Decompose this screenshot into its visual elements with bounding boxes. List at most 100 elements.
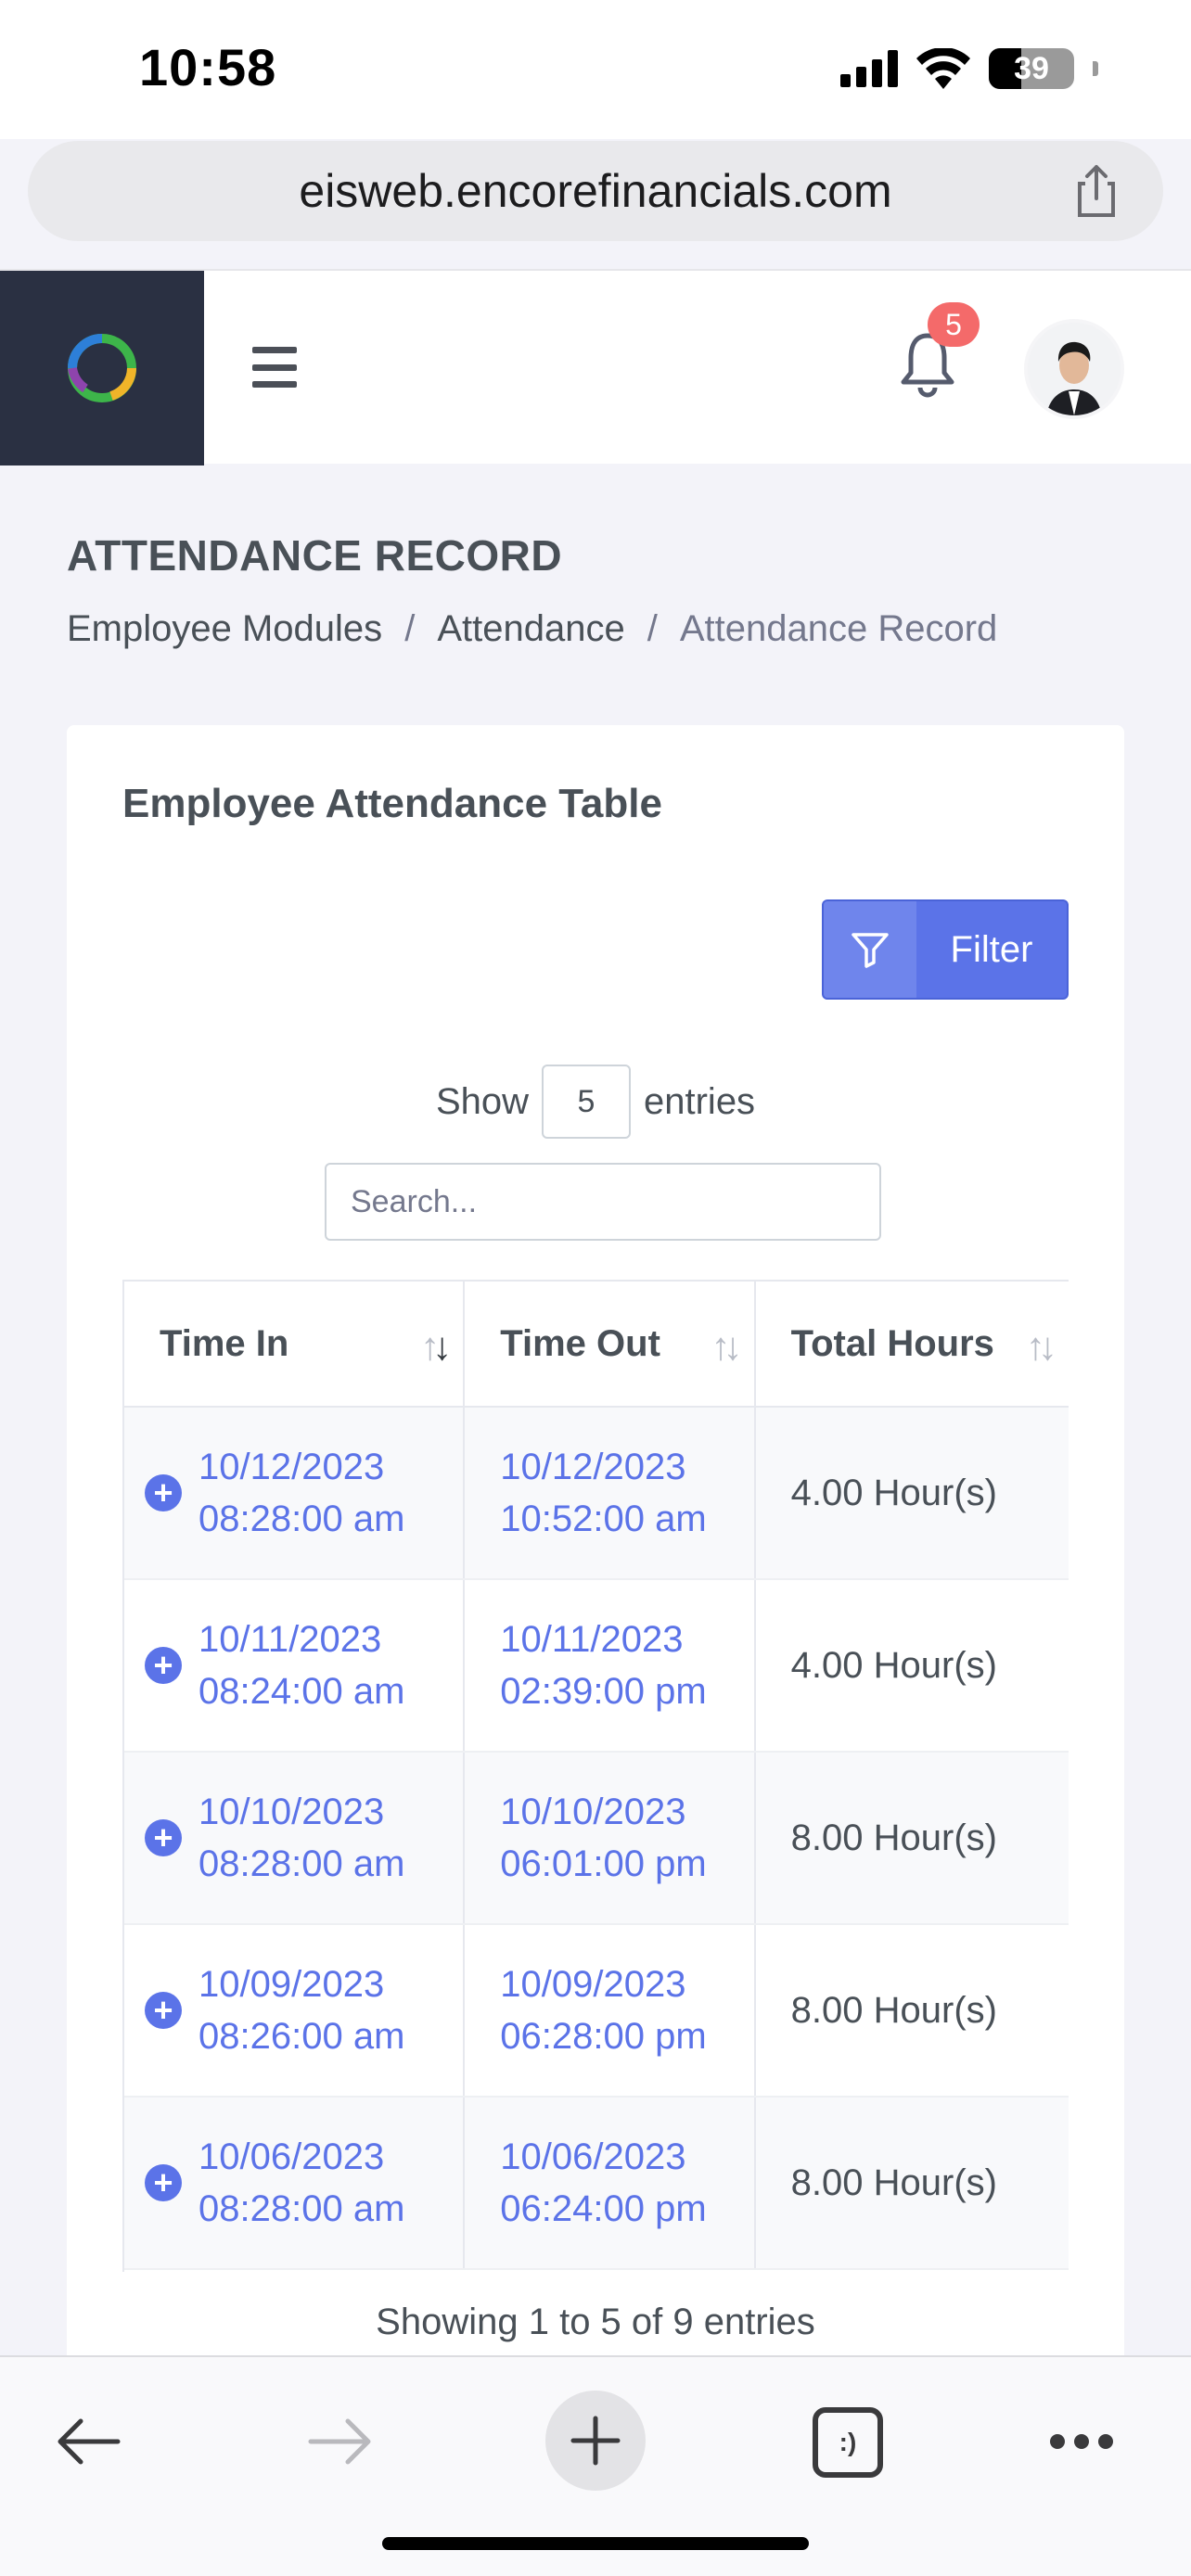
cell-time-out: 10/06/2023 06:24:00 pm <box>465 2098 756 2268</box>
cell-time-out: 10/10/2023 06:01:00 pm <box>465 1753 756 1923</box>
cell-total-hours: 8.00 Hour(s) <box>790 1817 997 1858</box>
forward-icon <box>308 2418 371 2465</box>
table-row[interactable]: + 10/06/2023 08:28:00 am 10/06/2023 06:24:… <box>124 2098 1069 2270</box>
column-header-label: Total Hours <box>790 1322 994 1364</box>
time-in-date: 10/11/2023 <box>198 1619 382 1660</box>
cell-time-in: + 10/10/2023 08:28:00 am <box>124 1753 466 1923</box>
time-out-time: 06:01:00 pm <box>500 1843 707 1884</box>
time-out-date: 10/06/2023 <box>500 2136 686 2177</box>
status-time: 10:58 <box>139 38 277 96</box>
time-in-date: 10/12/2023 <box>198 1447 385 1487</box>
attendance-card: Employee Attendance Table Filter Show 5 … <box>67 725 1124 2394</box>
new-tab-icon <box>570 2416 621 2466</box>
notification-badge: 5 <box>928 302 980 347</box>
cell-total-hours: 8.00 Hour(s) <box>790 2162 997 2203</box>
time-in-time: 08:28:00 am <box>198 1498 405 1539</box>
column-header-time-out[interactable]: Time Out ↑↓ <box>465 1282 756 1406</box>
entries-control: Show 5 entries <box>67 1065 1124 1139</box>
card-title: Employee Attendance Table <box>122 781 662 826</box>
new-tab-button[interactable] <box>545 2391 646 2491</box>
url-text: eisweb.encorefinancials.com <box>299 165 892 217</box>
breadcrumb: Employee Modules / Attendance / Attendan… <box>67 608 997 650</box>
back-button[interactable] <box>46 2391 130 2493</box>
share-icon[interactable] <box>1067 161 1126 221</box>
time-out-time: 02:39:00 pm <box>500 1671 707 1712</box>
home-indicator <box>382 2537 809 2550</box>
avatar[interactable] <box>1024 319 1124 419</box>
cell-total-hours: 4.00 Hour(s) <box>790 1645 997 1686</box>
cell-time-in: + 10/09/2023 08:26:00 am <box>124 1925 466 2096</box>
time-in-date: 10/06/2023 <box>198 2136 385 2177</box>
expand-icon[interactable]: + <box>145 1474 182 1511</box>
hamburger-icon[interactable] <box>252 347 297 388</box>
filter-button-label: Filter <box>950 928 1033 970</box>
table-row[interactable]: + 10/11/2023 08:24:00 am 10/11/2023 02:39:… <box>124 1580 1069 1753</box>
cell-total-hours: 4.00 Hour(s) <box>790 1473 997 1513</box>
table-row[interactable]: + 10/09/2023 08:26:00 am 10/09/2023 06:28:… <box>124 1925 1069 2098</box>
cell-total-hours: 8.00 Hour(s) <box>790 1990 997 2031</box>
column-header-label: Time In <box>160 1322 289 1364</box>
table-row[interactable]: + 10/12/2023 08:28:00 am 10/12/2023 10:52:… <box>124 1408 1069 1580</box>
column-header-time-in[interactable]: Time In ↑↓ <box>124 1282 466 1406</box>
time-out-time: 06:28:00 pm <box>500 2016 707 2057</box>
logo[interactable] <box>0 271 204 465</box>
battery-tip <box>1093 61 1098 76</box>
wifi-icon <box>916 48 970 89</box>
time-out-time: 06:24:00 pm <box>500 2188 707 2229</box>
battery-icon: 39 <box>989 48 1074 89</box>
status-icons: 39 <box>840 48 1098 89</box>
time-in-time: 08:28:00 am <box>198 2188 405 2229</box>
show-label: Show <box>435 1080 529 1122</box>
entries-select[interactable]: 5 <box>542 1065 631 1139</box>
filter-icon-wrap <box>824 901 916 998</box>
address-bar[interactable]: eisweb.encorefinancials.com <box>28 141 1163 241</box>
breadcrumb-item-current: Attendance Record <box>679 608 998 649</box>
filter-button[interactable]: Filter <box>822 899 1069 1000</box>
time-in-time: 08:24:00 am <box>198 1671 405 1712</box>
time-out-date: 10/12/2023 <box>500 1447 686 1487</box>
expand-icon[interactable]: + <box>145 2164 182 2201</box>
cell-time-in: + 10/11/2023 08:24:00 am <box>124 1580 466 1751</box>
back-icon <box>58 2418 121 2465</box>
cell-time-out: 10/09/2023 06:28:00 pm <box>465 1925 756 2096</box>
sort-icon: ↑↓ <box>711 1324 743 1368</box>
sort-icon: ↑↓ <box>1025 1324 1057 1368</box>
user-photo-icon <box>1028 323 1121 415</box>
breadcrumb-separator: / <box>404 608 416 649</box>
page-title: ATTENDANCE RECORD <box>67 531 563 580</box>
cell-time-in: + 10/06/2023 08:28:00 am <box>124 2098 466 2268</box>
cell-time-out: 10/12/2023 10:52:00 am <box>465 1408 756 1578</box>
forward-button[interactable] <box>299 2391 382 2493</box>
breadcrumb-item-attendance[interactable]: Attendance <box>437 608 624 650</box>
breadcrumb-item-employee-modules[interactable]: Employee Modules <box>67 608 382 650</box>
expand-icon[interactable]: + <box>145 1819 182 1856</box>
status-bar: 10:58 39 <box>0 0 1191 139</box>
time-in-date: 10/10/2023 <box>198 1792 385 1832</box>
search-input[interactable] <box>325 1163 881 1241</box>
time-out-date: 10/11/2023 <box>500 1619 684 1660</box>
signal-icon <box>840 50 898 87</box>
entries-label: entries <box>644 1080 756 1122</box>
attendance-table: Time In ↑↓ Time Out ↑↓ Total Hours ↑↓ + … <box>122 1280 1069 2272</box>
tabs-button[interactable]: :) <box>813 2407 883 2478</box>
more-icon <box>1050 2434 1065 2449</box>
sort-icon: ↑↓ <box>420 1324 452 1368</box>
time-out-date: 10/09/2023 <box>500 1964 686 2005</box>
column-header-total-hours[interactable]: Total Hours ↑↓ <box>756 1282 1069 1406</box>
battery-level: 39 <box>1014 50 1049 86</box>
breadcrumb-separator: / <box>647 608 658 649</box>
time-out-time: 10:52:00 am <box>500 1498 707 1539</box>
filter-icon <box>852 933 889 968</box>
expand-icon[interactable]: + <box>145 1647 182 1684</box>
expand-icon[interactable]: + <box>145 1992 182 2029</box>
time-in-time: 08:28:00 am <box>198 1843 405 1884</box>
table-info: Showing 1 to 5 of 9 entries <box>376 2302 815 2342</box>
logo-icon <box>68 334 136 402</box>
column-header-label: Time Out <box>500 1322 660 1364</box>
table-row[interactable]: + 10/10/2023 08:28:00 am 10/10/2023 06:01:… <box>124 1753 1069 1925</box>
more-button[interactable] <box>1046 2391 1117 2493</box>
time-in-time: 08:26:00 am <box>198 2016 405 2057</box>
cell-time-out: 10/11/2023 02:39:00 pm <box>465 1580 756 1751</box>
tabs-icon: :) <box>839 2428 857 2456</box>
table-header: Time In ↑↓ Time Out ↑↓ Total Hours ↑↓ <box>124 1280 1069 1408</box>
